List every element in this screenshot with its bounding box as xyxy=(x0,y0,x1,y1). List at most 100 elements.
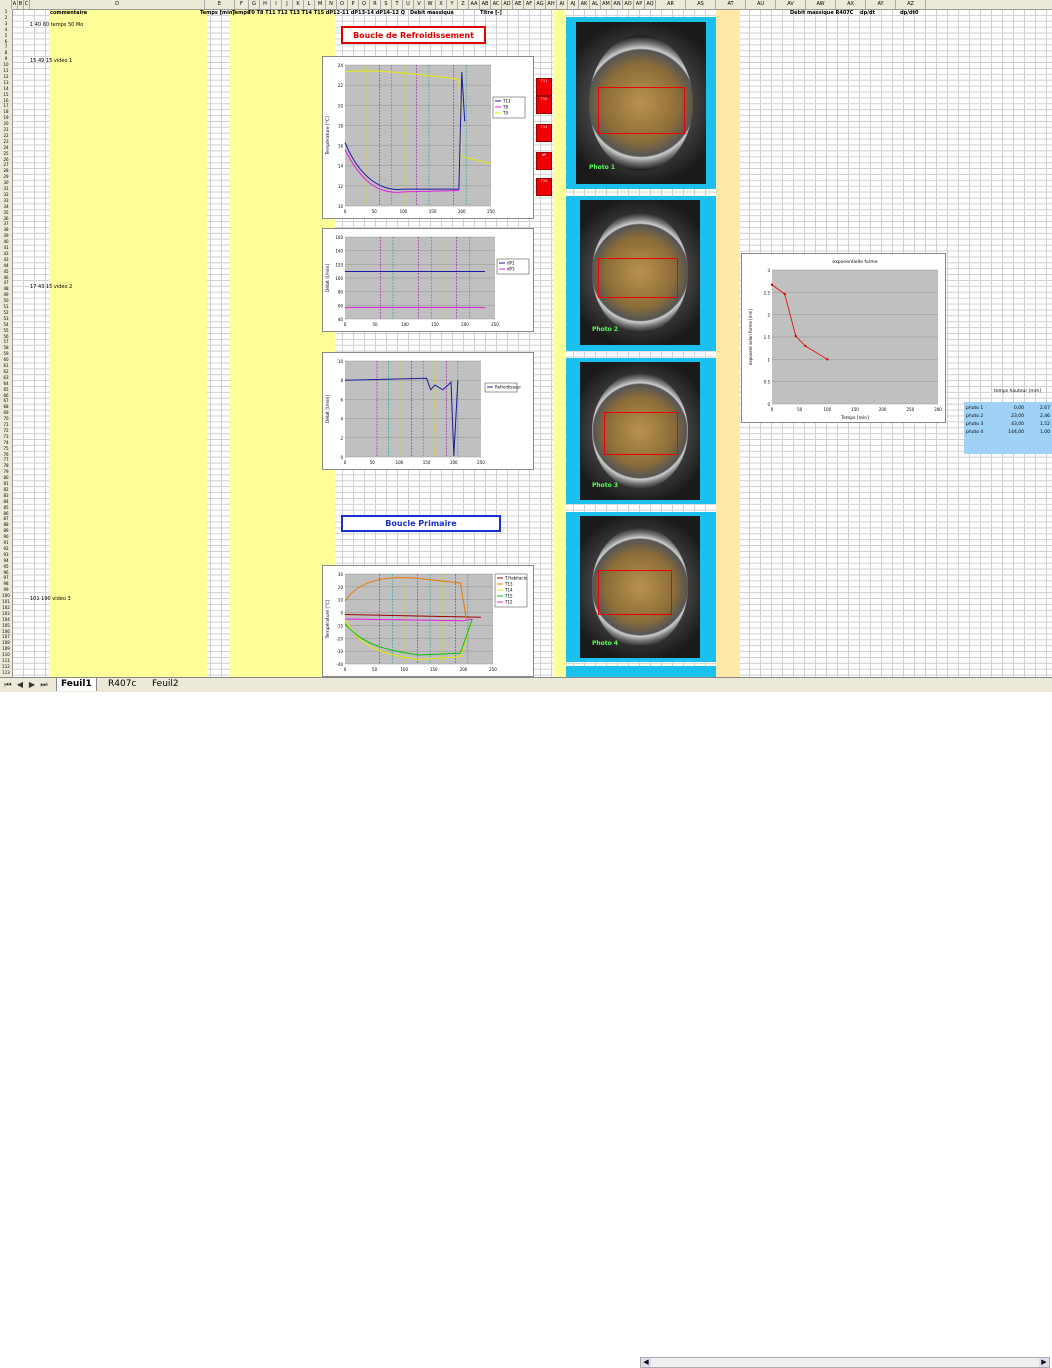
column-header[interactable]: U xyxy=(403,0,414,9)
column-header[interactable]: AO xyxy=(623,0,634,9)
photo-table[interactable]: temps hauteur [mm] photo 1 0,00 2,67 photo 2… xyxy=(964,389,1052,454)
column-header[interactable]: Y xyxy=(447,0,458,9)
y-tick-label: 10 xyxy=(338,359,344,364)
column-header[interactable]: AR xyxy=(656,0,686,9)
chart-hauteur[interactable]: exponentielle forme 3 2.5 2 1.5 1 0.5 0 0 50 100 15… xyxy=(741,253,946,423)
column-headers[interactable]: A B C D E F G H I J K L M N O P Q R S T U V W X Y Z AA AB AC AD AE AF AG… xyxy=(0,0,1052,10)
y-tick-label: 20 xyxy=(338,585,344,590)
column-header[interactable]: R xyxy=(370,0,381,9)
column-header[interactable]: AS xyxy=(686,0,716,9)
x-tick-label: 0 xyxy=(344,460,347,465)
column-header[interactable]: AQ xyxy=(645,0,656,9)
chart-refroidissement[interactable]: 24 22 20 18 16 14 12 10 0 50 100 150 200 250 Températu… xyxy=(322,56,534,219)
spreadsheet-area[interactable]: commentaire Temps [min] Temps T0 T8 T11 … xyxy=(0,0,1052,677)
column-header[interactable]: X xyxy=(436,0,447,9)
column-header[interactable]: AT xyxy=(716,0,746,9)
tab-feuil1[interactable]: Feuil1 xyxy=(56,678,97,691)
y-tick-label: -30 xyxy=(336,649,343,654)
chart-refroidisseur[interactable]: 10 8 6 4 2 0 0 50 100 150 200 250 Débit [l/min] Refro… xyxy=(322,352,534,470)
legend-entry: dP3 xyxy=(507,267,515,272)
column-header[interactable]: AE xyxy=(513,0,524,9)
legend-entry: T9 xyxy=(502,111,508,116)
measure-rect xyxy=(604,411,678,456)
y-tick-label: 12 xyxy=(338,184,344,189)
column-header[interactable]: AV xyxy=(776,0,806,9)
photo-4[interactable]: Photo 4 xyxy=(580,516,700,658)
photo-table-cell: 43,00 xyxy=(1011,422,1024,427)
header-t-columns: T0 T8 T11 T12 T13 T14 T15 dP12-11 dP13-1… xyxy=(248,10,405,16)
column-header[interactable]: M xyxy=(315,0,326,9)
column-header[interactable]: AH xyxy=(546,0,557,9)
column-header[interactable]: P xyxy=(348,0,359,9)
photo-table-row[interactable]: photo 2 23,00 2,46 xyxy=(966,414,1050,419)
column-header[interactable]: AJ xyxy=(568,0,579,9)
y-tick-label: 40 xyxy=(338,317,344,322)
photo-table-cell: 23,00 xyxy=(1011,414,1024,419)
column-header[interactable]: O xyxy=(337,0,348,9)
column-header[interactable]: T xyxy=(392,0,403,9)
horizontal-scrollbar[interactable]: ◀ ▶ xyxy=(640,1357,1050,1368)
chart-primaire[interactable]: 30 20 10 0 -10 -20 -30 -40 0 50 100 150 200 250 Tempér… xyxy=(322,565,534,677)
x-tick-label: 200 xyxy=(879,407,887,412)
corner-cell[interactable] xyxy=(0,0,12,9)
column-header[interactable]: AF xyxy=(524,0,535,9)
last-sheet-icon[interactable]: ⏭ xyxy=(38,679,50,691)
red-label-box: T12 xyxy=(536,96,552,114)
column-header[interactable]: AU xyxy=(746,0,776,9)
photo-3[interactable]: Photo 3 xyxy=(580,362,700,500)
photo-label: Photo 2 xyxy=(592,326,619,334)
photo-table-row[interactable]: photo 3 43,00 1,52 xyxy=(966,422,1050,427)
prev-sheet-icon[interactable]: ◀ xyxy=(14,679,26,691)
row-header[interactable]: 113 xyxy=(0,670,12,676)
column-header[interactable]: AB xyxy=(480,0,491,9)
first-sheet-icon[interactable]: ⏮ xyxy=(2,679,14,691)
column-header[interactable]: Q xyxy=(359,0,370,9)
column-header[interactable]: AG xyxy=(535,0,546,9)
column-header[interactable]: AX xyxy=(836,0,866,9)
column-header[interactable]: AW xyxy=(806,0,836,9)
x-tick-label: 150 xyxy=(430,667,438,672)
column-header[interactable]: AD xyxy=(502,0,513,9)
next-sheet-icon[interactable]: ▶ xyxy=(26,679,38,691)
y-tick-label: 100 xyxy=(335,276,343,281)
column-header[interactable]: J xyxy=(282,0,293,9)
column-header[interactable]: I xyxy=(271,0,282,9)
column-header[interactable]: S xyxy=(381,0,392,9)
column-header[interactable]: K xyxy=(293,0,304,9)
photo-table-row[interactable]: photo 1 0,00 2,67 xyxy=(966,406,1050,411)
column-header[interactable]: E xyxy=(205,0,235,9)
chart-debit[interactable]: 160 140 120 100 80 60 40 0 50 100 150 200 250 Débit [… xyxy=(322,228,534,332)
column-header[interactable]: G xyxy=(249,0,260,9)
column-header[interactable]: AA xyxy=(469,0,480,9)
column-header[interactable]: F xyxy=(235,0,249,9)
column-header[interactable]: AZ xyxy=(896,0,926,9)
tab-r407c[interactable]: R407c xyxy=(104,678,140,691)
column-header[interactable]: H xyxy=(260,0,271,9)
photo-1[interactable]: Photo 1 xyxy=(576,22,706,184)
scroll-left-icon[interactable]: ◀ xyxy=(641,1358,651,1367)
photo-table-row[interactable]: photo 4 144,00 1,00 xyxy=(966,430,1050,435)
column-header[interactable]: N xyxy=(326,0,337,9)
column-header[interactable]: D xyxy=(30,0,205,9)
row-headers[interactable]: 1 2 3 4 5 6 7 8 9 10 11 12 13 14 15 16 17 18 19 20 21 22 23 24 2… xyxy=(0,9,13,677)
column-header[interactable]: AL xyxy=(590,0,601,9)
scroll-right-icon[interactable]: ▶ xyxy=(1039,1358,1049,1367)
column-header[interactable]: Z xyxy=(458,0,469,9)
column-header[interactable]: V xyxy=(414,0,425,9)
tab-feuil2[interactable]: Feuil2 xyxy=(148,678,183,691)
x-tick-label: 250 xyxy=(489,667,497,672)
y-tick-label: 2 xyxy=(340,436,343,441)
photo-2[interactable]: Photo 2 xyxy=(580,200,700,345)
column-header[interactable]: AM xyxy=(601,0,612,9)
column-header[interactable]: AI xyxy=(557,0,568,9)
y-tick-label: 10 xyxy=(338,598,344,603)
column-header[interactable]: AC xyxy=(491,0,502,9)
row-comment: 1 40 60 temps 50 Mo xyxy=(30,22,84,28)
red-label-box: dP xyxy=(536,152,552,170)
column-header[interactable]: W xyxy=(425,0,436,9)
column-header[interactable]: AK xyxy=(579,0,590,9)
column-header[interactable]: AP xyxy=(634,0,645,9)
column-header[interactable]: L xyxy=(304,0,315,9)
column-header[interactable]: AN xyxy=(612,0,623,9)
column-header[interactable]: AY xyxy=(866,0,896,9)
